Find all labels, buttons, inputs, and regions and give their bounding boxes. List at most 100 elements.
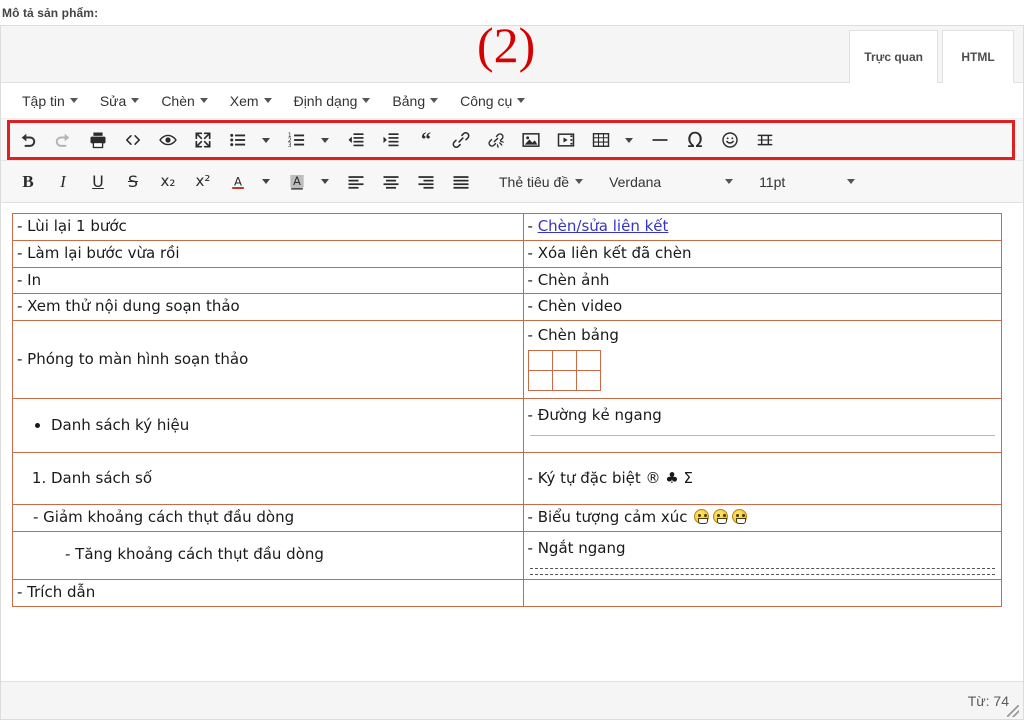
font-size-select[interactable]: 11pt	[753, 168, 861, 196]
cell-text: - Chèn video	[527, 297, 623, 316]
mini-table-cell[interactable]	[527, 369, 553, 391]
menu-edit[interactable]: Sửa	[89, 89, 151, 113]
cell-insert-video[interactable]: - Chèn video	[522, 293, 1003, 321]
underline-button[interactable]: U	[83, 168, 113, 196]
editor-tabstrip: (2) Trực quan HTML	[1, 20, 1023, 83]
print-button[interactable]	[83, 126, 113, 154]
bullet-list-button[interactable]	[223, 126, 253, 154]
numbered-list-button[interactable]: 1 2 3	[282, 126, 312, 154]
rich-text-editor: (2) Trực quan HTML Tập tin Sửa Chèn Xem	[0, 20, 1024, 720]
cell-empty[interactable]	[522, 578, 1003, 607]
editor-content-area[interactable]: - Lùi lại 1 bước - Chèn/sửa liên kết - L…	[1, 203, 1023, 653]
emoticon-button[interactable]	[715, 126, 745, 154]
text-color-button[interactable]: A	[223, 168, 253, 196]
bullet-list-dropdown[interactable]	[258, 126, 274, 154]
preview-button[interactable]	[153, 126, 183, 154]
insert-video-button[interactable]	[551, 126, 581, 154]
menu-format[interactable]: Định dạng	[283, 89, 382, 113]
cell-preview[interactable]: - Xem thử nội dung soạn thảo	[12, 293, 524, 321]
cell-link[interactable]: Chèn/sửa liên kết	[538, 217, 669, 235]
toolbar-row-formatting: B I U S x₂ x² A A Thẻ tiêu đề Verdana 11…	[1, 161, 1023, 203]
outdent-button[interactable]	[341, 126, 371, 154]
cell-horizontal-rule[interactable]: - Đường kẻ ngang	[522, 398, 1003, 453]
cell-emoticon[interactable]: - Biểu tượng cảm xúc	[522, 504, 1003, 532]
text-color-dropdown[interactable]	[258, 168, 274, 196]
cell-insert-image[interactable]: - Chèn ảnh	[522, 266, 1003, 295]
align-center-button[interactable]	[376, 168, 406, 196]
menu-tools[interactable]: Công cụ	[449, 89, 536, 113]
font-family-select[interactable]: Verdana	[603, 168, 739, 196]
background-color-button[interactable]: A	[282, 168, 312, 196]
menu-table-label: Bảng	[392, 92, 426, 109]
menu-table[interactable]: Bảng	[381, 89, 449, 113]
menu-view[interactable]: Xem	[219, 89, 283, 113]
cell-insert-table[interactable]: - Chèn bảng	[522, 320, 1003, 399]
format-select[interactable]: Thẻ tiêu đề	[493, 168, 589, 196]
fullscreen-button[interactable]	[188, 126, 218, 154]
cell-special-character[interactable]: - Ký tự đặc biệt ® ♣ Σ	[522, 452, 1003, 505]
insert-table-button[interactable]	[586, 126, 616, 154]
chevron-down-icon	[362, 98, 371, 103]
font-family-select-value: Verdana	[609, 173, 662, 190]
menu-file[interactable]: Tập tin	[11, 89, 89, 113]
undo-button[interactable]	[13, 126, 43, 154]
chevron-down-icon	[517, 98, 526, 103]
numbered-list-dropdown[interactable]	[317, 126, 333, 154]
page-break-button[interactable]	[750, 126, 780, 154]
insert-table-dropdown[interactable]	[621, 126, 637, 154]
bold-button[interactable]: B	[13, 168, 43, 196]
blockquote-button[interactable]: “	[411, 126, 441, 154]
cell-fullscreen[interactable]: - Phóng to màn hình soạn thảo	[12, 320, 524, 399]
cell-outdent[interactable]: - Giảm khoảng cách thụt đầu dòng	[12, 504, 524, 532]
source-code-button[interactable]	[118, 126, 148, 154]
special-character-button[interactable]: Ω	[680, 126, 710, 154]
chevron-down-icon	[725, 179, 734, 184]
cell-text: - Tăng khoảng cách thụt đầu dòng	[65, 545, 324, 564]
cell-redo[interactable]: - Làm lại bước vừa rồi	[12, 239, 524, 268]
tab-html[interactable]: HTML	[942, 30, 1014, 83]
cell-indent[interactable]: - Tăng khoảng cách thụt đầu dòng	[12, 530, 524, 580]
mini-table-cell[interactable]	[551, 349, 577, 371]
insert-video-icon	[557, 133, 575, 147]
background-color-dropdown[interactable]	[317, 168, 333, 196]
align-justify-icon	[453, 175, 469, 189]
align-justify-button[interactable]	[446, 168, 476, 196]
mini-table-cell[interactable]	[527, 349, 553, 371]
chevron-down-icon	[847, 179, 856, 184]
indent-button[interactable]	[376, 126, 406, 154]
strikethrough-button[interactable]: S	[118, 168, 148, 196]
list-item: Danh sách ký hiệu	[51, 414, 519, 437]
tab-visual[interactable]: Trực quan	[849, 30, 938, 83]
cell-undo[interactable]: - Lùi lại 1 bước	[12, 213, 524, 241]
horizontal-rule-button[interactable]	[645, 126, 675, 154]
cell-text: - Đường kẻ ngang	[527, 406, 662, 424]
nested-mini-table[interactable]	[527, 349, 601, 391]
editor-menubar: Tập tin Sửa Chèn Xem Định dạng Bảng Công…	[1, 83, 1023, 119]
cell-text: - Làm lại bước vừa rồi	[17, 243, 180, 262]
insert-image-button[interactable]	[516, 126, 546, 154]
cell-bullet-list[interactable]: Danh sách ký hiệu	[12, 398, 524, 453]
resize-grip-handle[interactable]	[1007, 705, 1019, 717]
mini-table-cell[interactable]	[551, 369, 577, 391]
bullet-list: Danh sách ký hiệu	[17, 414, 519, 437]
redo-button[interactable]	[48, 126, 78, 154]
italic-button[interactable]: I	[48, 168, 78, 196]
unlink-button[interactable]	[481, 126, 511, 154]
cell-page-break[interactable]: - Ngắt ngang	[522, 530, 1003, 580]
cell-numbered-list[interactable]: Danh sách số	[12, 452, 524, 505]
emoticon-icon	[694, 509, 710, 524]
cell-text: - Phóng to màn hình soạn thảo	[17, 349, 249, 368]
menu-insert[interactable]: Chèn	[150, 89, 218, 113]
cell-blockquote[interactable]: - Trích dẫn	[12, 578, 524, 607]
mini-table-cell[interactable]	[575, 349, 601, 371]
superscript-button[interactable]: x²	[188, 168, 218, 196]
cell-insert-link[interactable]: - Chèn/sửa liên kết	[522, 213, 1003, 241]
subscript-button[interactable]: x₂	[153, 168, 183, 196]
cell-print[interactable]: - In	[12, 266, 524, 295]
bold-icon: B	[22, 172, 34, 191]
mini-table-cell[interactable]	[575, 369, 601, 391]
cell-unlink[interactable]: - Xóa liên kết đã chèn	[522, 239, 1003, 268]
insert-link-button[interactable]	[446, 126, 476, 154]
align-left-button[interactable]	[341, 168, 371, 196]
align-right-button[interactable]	[411, 168, 441, 196]
